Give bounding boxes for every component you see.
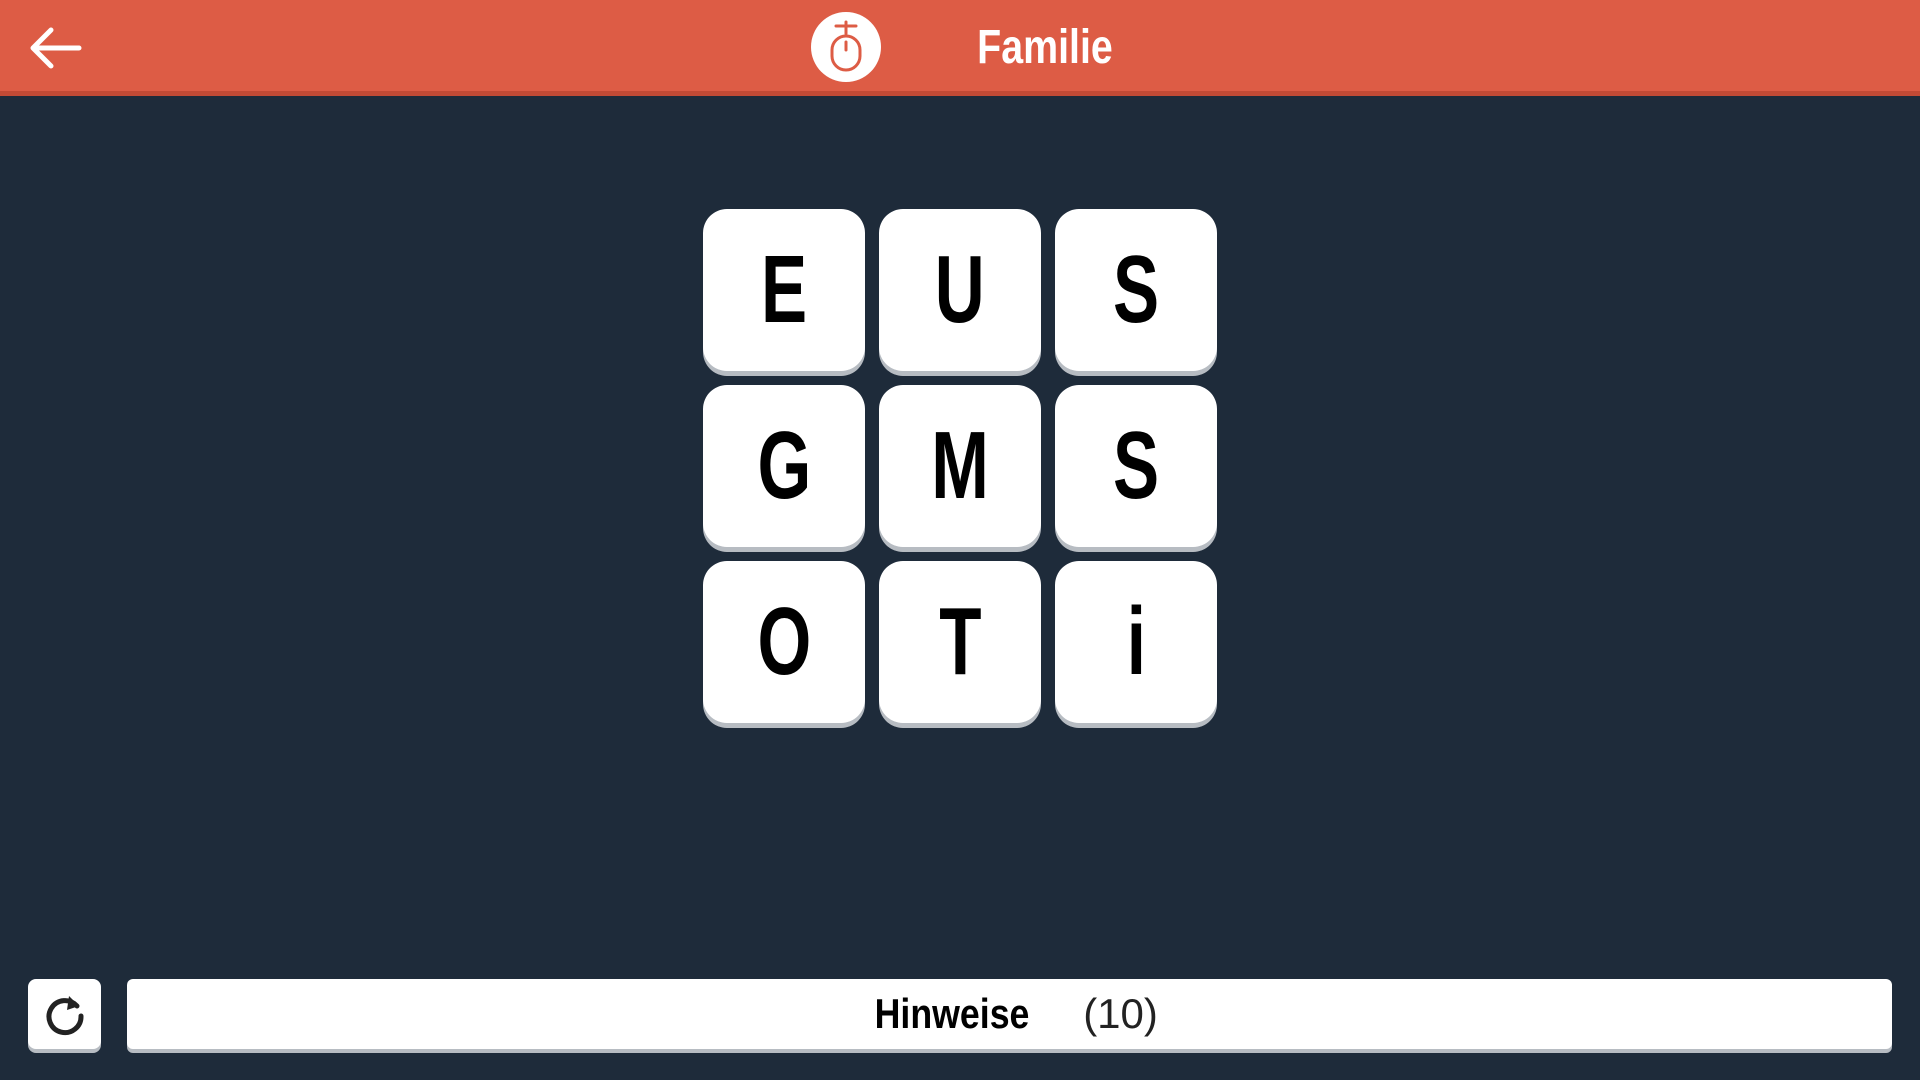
tile-letter: T [938,588,982,695]
letter-tile[interactable]: S [1055,385,1217,547]
arrow-left-icon [30,27,82,69]
letter-tile[interactable]: M [879,385,1041,547]
category-badge [811,12,881,82]
letter-tile[interactable]: G [703,385,865,547]
mouse-icon [830,20,862,72]
hints-count: (10) [1083,990,1158,1037]
game-screen: Familie E U S G M S O T i Hinweise (10) [0,0,1920,1080]
letter-tile[interactable]: O [703,561,865,723]
restart-button[interactable] [28,979,101,1049]
tile-letter: E [760,236,808,343]
tile-letter: U [935,236,985,343]
page-title: Familie [977,21,1113,74]
header-bar: Familie [0,0,1920,96]
letter-tile[interactable]: S [1055,209,1217,371]
tile-letter: O [757,588,811,695]
tile-letter: S [1112,236,1160,343]
letter-tile[interactable]: T [879,561,1041,723]
restart-icon [46,996,84,1036]
tile-letter: M [931,412,989,519]
letter-grid: E U S G M S O T i [703,209,1217,723]
letter-tile[interactable]: U [879,209,1041,371]
hints-label: Hinweise [874,990,1030,1037]
tile-letter: S [1112,412,1160,519]
tile-letter: G [757,412,811,519]
hints-button[interactable]: Hinweise (10) [127,979,1892,1049]
letter-tile[interactable]: E [703,209,865,371]
back-button[interactable] [22,18,88,78]
letter-tile[interactable]: i [1055,561,1217,723]
tile-letter: i [1126,588,1146,695]
